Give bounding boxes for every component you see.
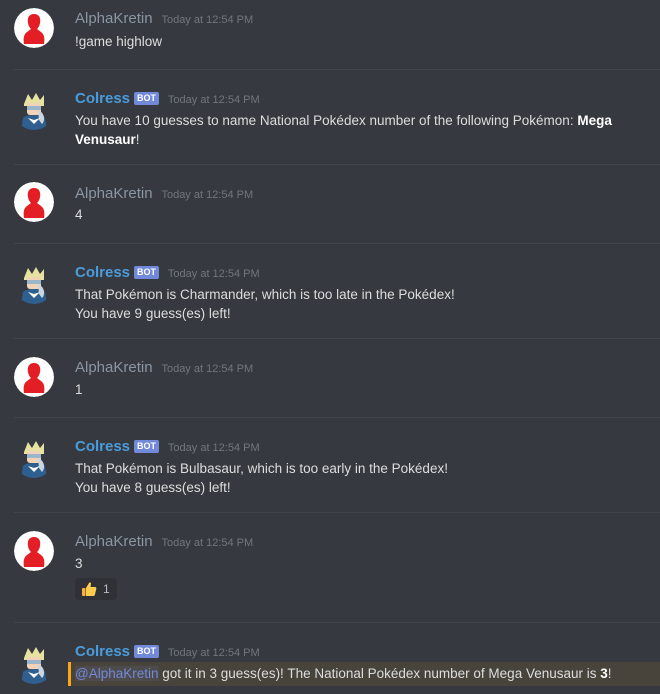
- message-text: !: [135, 132, 140, 147]
- message-content: That Pokémon is Bulbasaur, which is too …: [75, 459, 640, 497]
- thumbs-up-icon: [82, 582, 97, 596]
- message-divider: [14, 417, 660, 418]
- message-divider: [14, 622, 660, 623]
- red-silhouette-avatar-icon: [14, 531, 54, 571]
- avatar[interactable]: [14, 182, 54, 222]
- highlighted-message-content: @AlphaKretin got it in 3 guess(es)! The …: [68, 662, 660, 686]
- user-mention[interactable]: @AlphaKretin: [75, 666, 159, 681]
- message-header: AlphaKretin Today at 12:54 PM: [75, 531, 253, 551]
- username[interactable]: AlphaKretin: [75, 533, 153, 550]
- message-content: !game highlow: [75, 34, 163, 49]
- message-content: That Pokémon is Charmander, which is too…: [75, 285, 640, 323]
- username[interactable]: AlphaKretin: [75, 10, 153, 27]
- username[interactable]: AlphaKretin: [75, 185, 153, 202]
- bot-tag: BOT: [134, 440, 160, 453]
- message-divider: [14, 69, 660, 70]
- chat-messages: AlphaKretin Today at 12:54 PM !game high…: [0, 0, 660, 694]
- avatar[interactable]: [14, 264, 54, 304]
- message-line: You have 8 guess(es) left!: [75, 480, 231, 495]
- avatar[interactable]: [14, 531, 54, 571]
- message-content: 4: [75, 207, 83, 222]
- timestamp: Today at 12:54 PM: [167, 94, 260, 106]
- red-silhouette-avatar-icon: [14, 182, 54, 222]
- avatar[interactable]: [14, 357, 54, 397]
- timestamp: Today at 12:54 PM: [161, 14, 254, 26]
- bot-tag: BOT: [134, 645, 160, 658]
- message-header: AlphaKretin Today at 12:54 PM: [75, 357, 253, 377]
- timestamp: Today at 12:54 PM: [161, 189, 254, 201]
- timestamp: Today at 12:54 PM: [161, 537, 254, 549]
- message-header: Colress BOT Today at 12:54 PM: [75, 641, 260, 661]
- reaction-count: 1: [103, 582, 110, 596]
- username[interactable]: AlphaKretin: [75, 359, 153, 376]
- message-text: !: [607, 666, 612, 681]
- reaction-button[interactable]: 1: [75, 578, 117, 600]
- message-header: AlphaKretin Today at 12:54 PM: [75, 8, 253, 28]
- message-header: AlphaKretin Today at 12:54 PM: [75, 183, 253, 203]
- username[interactable]: Colress: [75, 643, 130, 660]
- colress-avatar-icon: [14, 264, 54, 304]
- colress-avatar-icon: [14, 438, 54, 478]
- message-header: Colress BOT Today at 12:54 PM: [75, 262, 260, 282]
- message-divider: [14, 512, 660, 513]
- message-divider: [14, 243, 660, 244]
- message-content: You have 10 guesses to name National Pok…: [75, 111, 640, 149]
- username[interactable]: Colress: [75, 438, 130, 455]
- message-divider: [14, 164, 660, 165]
- username[interactable]: Colress: [75, 264, 130, 281]
- avatar[interactable]: [14, 438, 54, 478]
- red-silhouette-avatar-icon: [14, 357, 54, 397]
- message-line: That Pokémon is Charmander, which is too…: [75, 287, 455, 302]
- timestamp: Today at 12:54 PM: [167, 442, 260, 454]
- username[interactable]: Colress: [75, 90, 130, 107]
- bot-tag: BOT: [134, 266, 160, 279]
- colress-avatar-icon: [14, 644, 54, 684]
- timestamp: Today at 12:54 PM: [167, 268, 260, 280]
- message-line: You have 9 guess(es) left!: [75, 306, 231, 321]
- bot-tag: BOT: [134, 92, 160, 105]
- colress-avatar-icon: [14, 90, 54, 130]
- message-text: You have 10 guesses to name National Pok…: [75, 113, 578, 128]
- red-silhouette-avatar-icon: [14, 8, 54, 48]
- message-divider: [14, 338, 660, 339]
- pokedex-number: 3: [600, 666, 608, 681]
- message-content: 1: [75, 382, 83, 397]
- timestamp: Today at 12:54 PM: [161, 363, 254, 375]
- avatar[interactable]: [14, 644, 54, 684]
- message-text: got it in 3 guess(es)! The National Poké…: [158, 666, 601, 681]
- message-header: Colress BOT Today at 12:54 PM: [75, 436, 260, 456]
- message-header: Colress BOT Today at 12:54 PM: [75, 88, 260, 108]
- message-content: 3: [75, 556, 83, 571]
- avatar[interactable]: [14, 8, 54, 48]
- avatar[interactable]: [14, 90, 54, 130]
- message-line: That Pokémon is Bulbasaur, which is too …: [75, 461, 448, 476]
- timestamp: Today at 12:54 PM: [167, 647, 260, 659]
